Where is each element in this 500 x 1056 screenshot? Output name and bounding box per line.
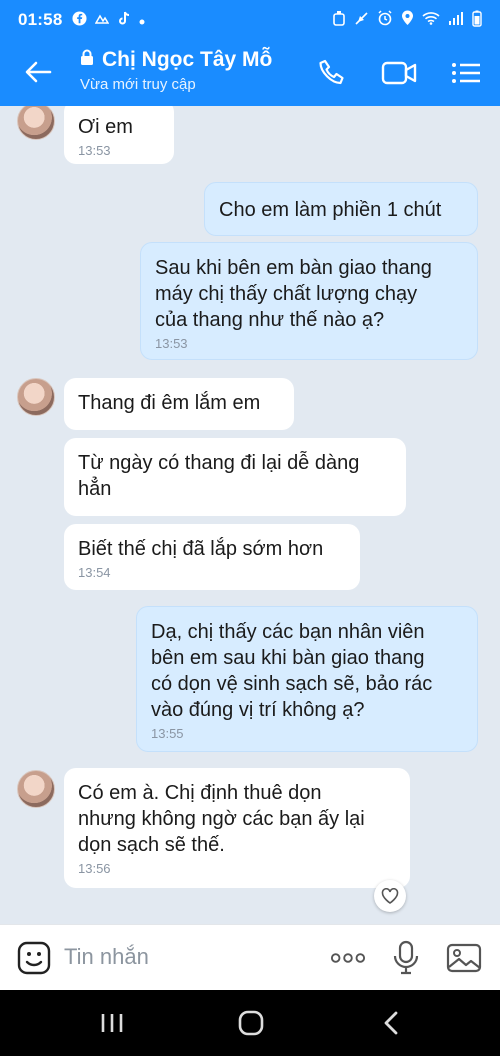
battery-icon	[472, 10, 482, 31]
message-composer: Tin nhắn	[0, 924, 500, 990]
message-time: 13:55	[151, 726, 184, 741]
message-text: Ơi em	[78, 116, 133, 138]
message-bubble-incoming[interactable]: Có em à. Chị định thuê dọn nhưng không n…	[64, 768, 410, 888]
tiktok-icon	[117, 11, 131, 29]
dot-icon	[139, 12, 145, 28]
cloud-icon	[95, 12, 110, 28]
alarm-icon	[377, 10, 393, 30]
list-menu-icon	[452, 63, 480, 83]
message-text: bên em sau khi bàn giao thang	[151, 647, 425, 669]
message-text: của thang như thế nào ạ?	[155, 309, 385, 331]
message-time: 13:53	[155, 336, 188, 351]
chevron-left-icon	[384, 1011, 398, 1035]
back-button[interactable]	[20, 54, 56, 90]
message-bubble-outgoing[interactable]: Cho em làm phiền 1 chút	[204, 182, 478, 236]
back-arrow-icon	[25, 61, 52, 83]
message-text: Biết thế chị đã lắp sớm hơn	[78, 538, 324, 560]
video-camera-icon	[381, 61, 417, 85]
sync-icon	[332, 10, 346, 30]
message-input[interactable]: Tin nhắn	[64, 944, 149, 970]
smiley-icon	[17, 941, 51, 975]
contact-name: Chị Ngọc Tây Mỗ	[102, 48, 273, 71]
image-picker-button[interactable]	[446, 940, 482, 976]
message-text: có dọn vệ sinh sạch sẽ, bảo rác	[151, 673, 433, 695]
message-time: 13:56	[78, 861, 111, 876]
recent-apps-icon	[101, 1014, 123, 1032]
message-bubble-outgoing[interactable]: Sau khi bên em bàn giao thang máy chị th…	[140, 242, 478, 360]
lock-icon	[80, 48, 94, 72]
message-time: 13:53	[78, 143, 111, 158]
status-bar: 01:58	[0, 0, 500, 40]
message-bubble-incoming[interactable]: Thang đi êm lắm em	[64, 378, 294, 430]
more-dots-icon	[330, 953, 366, 963]
sticker-button[interactable]	[16, 940, 52, 976]
message-bubble-outgoing[interactable]: Dạ, chị thấy các bạn nhân viên bên em sa…	[136, 606, 478, 752]
message-text: Dạ, chị thấy các bạn nhân viên	[151, 621, 425, 643]
contact-status: Vừa mới truy cập	[80, 76, 196, 93]
voice-call-button[interactable]	[314, 55, 350, 91]
message-bubble-incoming[interactable]: Biết thế chị đã lắp sớm hơn 13:54	[64, 524, 360, 590]
contact-avatar[interactable]	[17, 106, 55, 140]
wifi-icon	[422, 11, 440, 29]
recent-apps-button[interactable]	[96, 1008, 128, 1038]
message-text: Có em à. Chị định thuê dọn	[78, 782, 322, 804]
system-navigation-bar	[0, 990, 500, 1056]
contact-avatar[interactable]	[17, 770, 55, 808]
message-bubble-incoming[interactable]: Từ ngày có thang đi lại dễ dàng hẳn	[64, 438, 406, 516]
message-text: máy chị thấy chất lượng chạy	[155, 283, 418, 305]
message-bubble-incoming[interactable]: Ơi em 13:53	[64, 106, 174, 164]
message-text: Sau khi bên em bàn giao thang	[155, 257, 432, 279]
message-list[interactable]: Ơi em 13:53 Cho em làm phiền 1 chút Sau …	[0, 106, 500, 924]
signal-icon	[448, 11, 464, 29]
react-button[interactable]	[374, 880, 406, 912]
heart-icon	[381, 888, 399, 904]
video-call-button[interactable]	[381, 55, 417, 91]
mute-icon	[354, 11, 369, 30]
image-icon	[446, 943, 482, 973]
microphone-icon	[393, 940, 419, 975]
facebook-icon	[72, 11, 88, 29]
message-text: Thang đi êm lắm em	[78, 392, 261, 414]
message-text: vào đúng vị trí không ạ?	[151, 699, 365, 721]
contact-avatar[interactable]	[17, 378, 55, 416]
message-text: dọn sạch sẽ thế.	[78, 834, 225, 856]
back-nav-button[interactable]	[375, 1008, 407, 1038]
more-options-button[interactable]	[330, 940, 366, 976]
message-text: hẳn	[78, 478, 112, 500]
phone-icon	[319, 59, 344, 85]
message-text: nhưng không ngờ các bạn ấy lại	[78, 808, 365, 830]
menu-button[interactable]	[448, 55, 484, 91]
message-time: 13:54	[78, 565, 111, 580]
status-time: 01:58	[18, 10, 63, 29]
message-text: Cho em làm phiền 1 chút	[219, 199, 442, 221]
conversation-header: Chị Ngọc Tây Mỗ Vừa mới truy cập	[0, 40, 500, 106]
message-text: Từ ngày có thang đi lại dễ dàng	[78, 452, 360, 474]
contact-info[interactable]: Chị Ngọc Tây Mỗ Vừa mới truy cập	[80, 48, 272, 93]
home-icon	[238, 1010, 264, 1036]
voice-message-button[interactable]	[388, 940, 424, 976]
home-button[interactable]	[235, 1008, 267, 1038]
location-icon	[401, 10, 414, 30]
